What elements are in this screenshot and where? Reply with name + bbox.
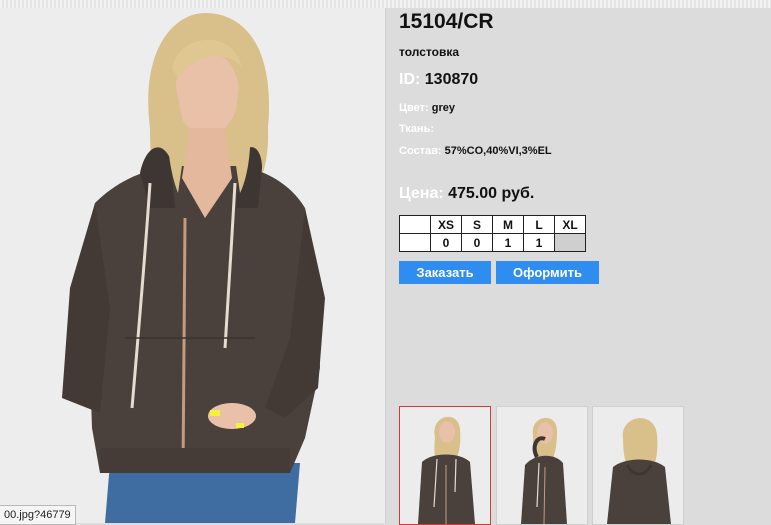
qty-xs[interactable]: 0 (430, 233, 462, 252)
product-id: ID: 130870 (399, 71, 478, 89)
qty-s[interactable]: 0 (461, 233, 493, 252)
color-value: grey (431, 102, 455, 114)
size-header-row: XS S M L XL (399, 215, 586, 234)
product-title: 15104/CR (399, 10, 494, 33)
size-header-l: L (523, 215, 555, 234)
price-value: 475.00 руб. (448, 185, 535, 202)
thumbnail-side[interactable] (496, 406, 588, 525)
size-qty-row: 0 0 1 1 (399, 233, 586, 252)
panel-divider (385, 8, 386, 523)
main-product-photo[interactable] (0, 8, 385, 523)
size-header-m: M (492, 215, 524, 234)
price-row: Цена: 475.00 руб. (399, 185, 534, 203)
size-table: XS S M L XL 0 0 1 1 (399, 215, 586, 252)
thumbnail-back[interactable] (592, 406, 684, 525)
size-corner-cell (399, 215, 431, 234)
size-header-xs: XS (430, 215, 462, 234)
thumbnail-front[interactable] (399, 406, 491, 525)
qty-l[interactable]: 1 (523, 233, 555, 252)
product-subtitle: толстовка (399, 45, 459, 59)
top-strip (0, 0, 771, 8)
fabric-label: Ткань: (399, 123, 434, 135)
qty-xl (554, 233, 586, 252)
status-url: 00.jpg?46779 (0, 505, 76, 525)
qty-corner-cell (399, 233, 431, 252)
id-value: 130870 (424, 71, 479, 88)
size-header-s: S (461, 215, 493, 234)
qty-m[interactable]: 1 (492, 233, 524, 252)
color-row: Цвет: grey (399, 102, 455, 114)
price-label: Цена: (399, 185, 444, 202)
composition-value: 57%CO,40%VI,3%EL (444, 145, 552, 157)
fabric-row: Ткань: (399, 123, 434, 135)
id-label: ID: (399, 71, 421, 88)
composition-label: Состав: (399, 145, 442, 157)
composition-row: Состав: 57%CO,40%VI,3%EL (399, 145, 552, 157)
order-button[interactable]: Заказать (399, 261, 491, 284)
size-header-xl: XL (554, 215, 586, 234)
color-label: Цвет: (399, 102, 429, 114)
checkout-button[interactable]: Оформить (496, 261, 599, 284)
